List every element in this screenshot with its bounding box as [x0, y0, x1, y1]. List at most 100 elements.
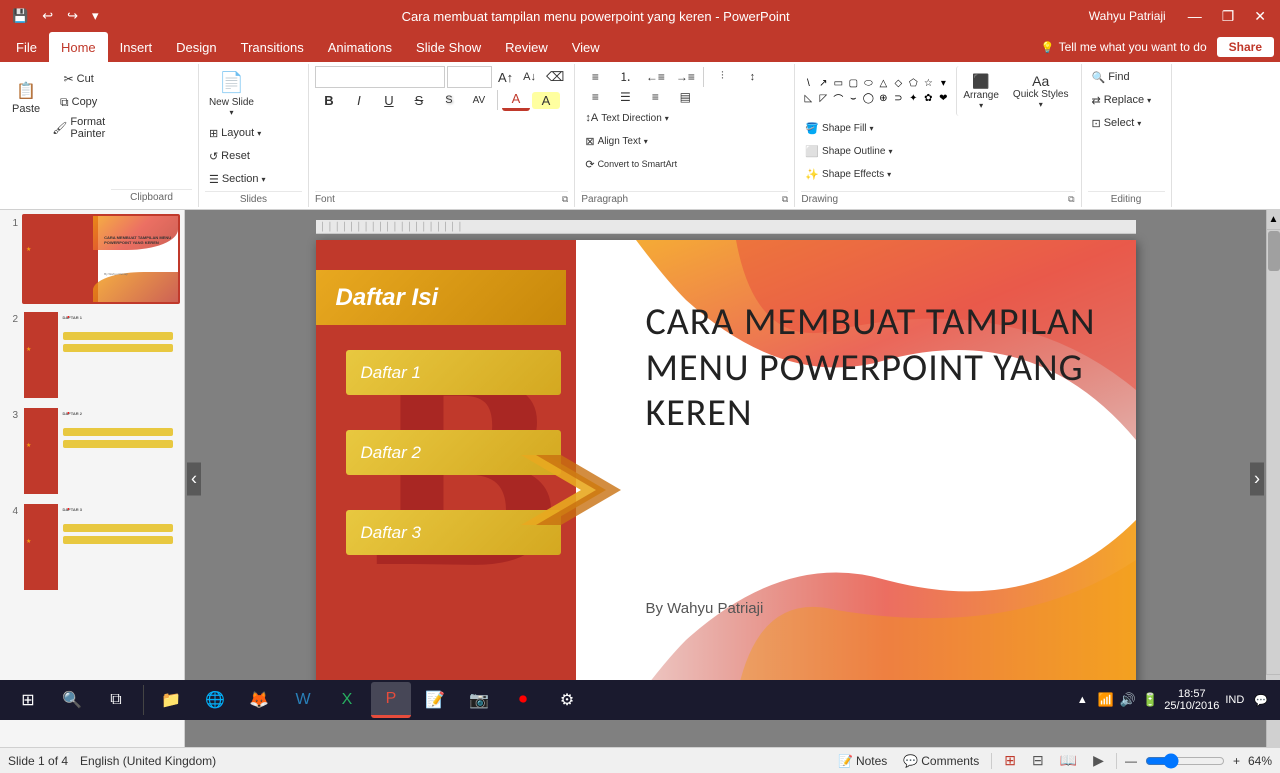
shape-t10[interactable]: ❤: [936, 92, 950, 106]
reading-view-button[interactable]: 📖: [1056, 750, 1081, 771]
reset-button[interactable]: ↺ Reset: [205, 145, 254, 167]
close-button[interactable]: ✕: [1248, 6, 1272, 27]
search-button[interactable]: 🔍: [52, 682, 92, 718]
tab-transitions[interactable]: Transitions: [229, 32, 316, 62]
shape-more2[interactable]: ◇: [891, 77, 905, 91]
notepad-taskbar-button[interactable]: 📝: [415, 682, 455, 718]
underline-button[interactable]: U: [375, 91, 403, 110]
font-name-select[interactable]: [315, 66, 445, 88]
shape-rect[interactable]: ▭: [831, 77, 845, 91]
undo-button[interactable]: ↩: [38, 6, 57, 26]
tab-animations[interactable]: Animations: [316, 32, 404, 62]
bullets-button[interactable]: ≡: [581, 68, 609, 86]
select-button[interactable]: ⊡ Select ▾: [1088, 112, 1146, 134]
notes-button[interactable]: 📝 Notes: [834, 752, 891, 770]
new-slide-button[interactable]: 📄 New Slide ▾: [205, 66, 258, 121]
align-center-button[interactable]: ☰: [611, 88, 639, 106]
numbering-button[interactable]: ⒈: [611, 66, 639, 87]
word-taskbar-button[interactable]: W: [283, 682, 323, 718]
font-expand-icon[interactable]: ⧉: [562, 194, 568, 205]
scrollbar-thumb[interactable]: [1268, 231, 1280, 271]
tab-view[interactable]: View: [560, 32, 612, 62]
align-text-button[interactable]: ⊠ Align Text ▾: [581, 130, 651, 152]
customize-button[interactable]: ▾: [88, 6, 103, 26]
chevron-up-taskbar[interactable]: ▲: [1073, 682, 1092, 718]
shape-t5[interactable]: ◯: [861, 92, 875, 106]
char-spacing-button[interactable]: AV: [465, 93, 493, 108]
task-view-button[interactable]: ⧉: [96, 682, 136, 718]
edge-taskbar-button[interactable]: 🌐: [195, 682, 235, 718]
slide-main-title[interactable]: CARA MEMBUAT TAMPILAN MENU POWERPOINT YA…: [646, 300, 1116, 437]
shape-arrow[interactable]: ↗: [816, 77, 830, 91]
convert-smartart-button[interactable]: ⟳ Convert to SmartArt: [581, 153, 681, 175]
vertical-scrollbar[interactable]: ▲ ▼: [1266, 210, 1280, 747]
shape-t3[interactable]: ⌒: [831, 92, 845, 106]
arrange-button[interactable]: ⬛ Arrange ▾: [956, 66, 1005, 116]
slide-thumb-4[interactable]: 4 DAFTAR 3 ★ ●: [4, 502, 180, 592]
shape-fill-button[interactable]: 🪣 Shape Fill ▾: [801, 117, 877, 139]
notifications-button[interactable]: 💬: [1250, 682, 1272, 718]
zoom-slider[interactable]: [1145, 753, 1225, 769]
strikethrough-button[interactable]: S: [405, 91, 433, 110]
text-direction-button[interactable]: ↕A Text Direction ▾: [581, 107, 672, 129]
clock[interactable]: 18:57 25/10/2016: [1164, 688, 1219, 712]
shape-more4[interactable]: ☆: [921, 77, 935, 91]
minimize-button[interactable]: —: [1182, 6, 1208, 26]
tab-insert[interactable]: Insert: [108, 32, 165, 62]
highlight-color-button[interactable]: A: [532, 92, 560, 109]
save-button[interactable]: 💾: [8, 6, 32, 26]
shape-t2[interactable]: ◸: [816, 92, 830, 106]
tab-review[interactable]: Review: [493, 32, 560, 62]
slide-canvas[interactable]: B Daftar Isi Daftar 1 Daftar 2 Daftar 3: [316, 240, 1136, 700]
restore-button[interactable]: ❐: [1216, 6, 1241, 27]
justify-button[interactable]: ▤: [671, 88, 699, 106]
start-button[interactable]: ⊞: [8, 682, 48, 718]
normal-view-button[interactable]: ⊞: [1000, 750, 1020, 771]
shadow-button[interactable]: S: [435, 92, 463, 108]
shape-t8[interactable]: ✦: [906, 92, 920, 106]
camera-taskbar-button[interactable]: 📷: [459, 682, 499, 718]
shape-t6[interactable]: ⊕: [876, 92, 890, 106]
excel-taskbar-button[interactable]: X: [327, 682, 367, 718]
paragraph-expand-icon[interactable]: ⧉: [782, 194, 788, 205]
format-painter-button[interactable]: 🖌 Format Painter: [48, 114, 109, 142]
tab-design[interactable]: Design: [164, 32, 228, 62]
quick-styles-button[interactable]: Aa Quick Styles ▾: [1007, 66, 1075, 116]
files-taskbar-button[interactable]: 📁: [151, 682, 191, 718]
tab-slideshow[interactable]: Slide Show: [404, 32, 493, 62]
slideshow-button[interactable]: ▶: [1089, 750, 1108, 771]
slide-sorter-button[interactable]: ⊟: [1028, 750, 1048, 771]
section-button[interactable]: ☰ Section ▾: [205, 168, 270, 190]
share-button[interactable]: Share: [1217, 37, 1274, 57]
bold-button[interactable]: B: [315, 91, 343, 110]
align-right-button[interactable]: ≡: [641, 88, 669, 106]
font-grow-button[interactable]: A↑: [494, 68, 517, 87]
increase-indent-button[interactable]: →≡: [671, 68, 699, 86]
paste-button[interactable]: 📋 Paste: [6, 68, 46, 128]
settings-taskbar-button[interactable]: ⚙: [547, 682, 587, 718]
font-shrink-button[interactable]: A↓: [519, 69, 540, 85]
scrollbar-up[interactable]: ▲: [1267, 210, 1280, 230]
line-spacing-button[interactable]: ↕: [738, 69, 766, 85]
copy-button[interactable]: ⧉ Copy: [48, 91, 109, 113]
italic-button[interactable]: I: [345, 91, 373, 110]
firefox-taskbar-button[interactable]: 🦊: [239, 682, 279, 718]
shape-effects-button[interactable]: ✨ Shape Effects ▾: [801, 163, 895, 185]
shape-t4[interactable]: ⌣: [846, 92, 860, 106]
slide-subtitle[interactable]: By Wahyu Patriaji: [646, 600, 1116, 617]
record-taskbar-button[interactable]: ⏺: [503, 682, 543, 718]
shape-oval[interactable]: ⬭: [861, 77, 875, 91]
font-size-select[interactable]: [447, 66, 492, 88]
zoom-in-btn[interactable]: +: [1233, 754, 1240, 768]
layout-button[interactable]: ⊞ Layout ▾: [205, 122, 265, 144]
slide-next-button[interactable]: ›: [1250, 462, 1264, 495]
shape-t7[interactable]: ⊃: [891, 92, 905, 106]
shape-more3[interactable]: ⬠: [906, 77, 920, 91]
comments-button[interactable]: 💬 Comments: [899, 752, 983, 770]
shape-outline-button[interactable]: ⬜ Shape Outline ▾: [801, 140, 896, 162]
tab-home[interactable]: Home: [49, 32, 108, 62]
slide-thumb-1[interactable]: 1 CARA MEMBUAT TAMPILAN MENU POWERPOINT …: [4, 214, 180, 304]
font-color-button[interactable]: A: [502, 89, 530, 111]
shape-round-rect[interactable]: ▢: [846, 77, 860, 91]
replace-button[interactable]: ⇄ Replace ▾: [1088, 89, 1156, 111]
